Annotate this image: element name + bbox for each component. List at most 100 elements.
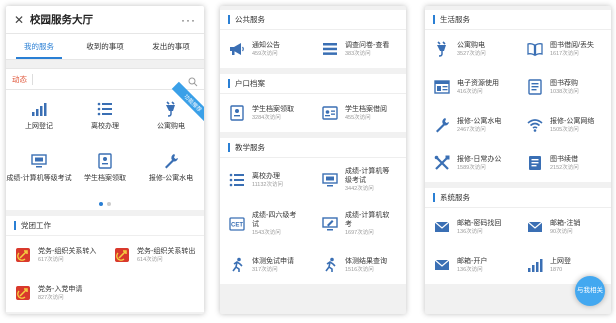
service-item-archive-borrow[interactable]: 学生档案借阅 455次访问 [313, 94, 406, 132]
party-icon [113, 246, 131, 264]
item-name: 邮箱-密码找回 [457, 219, 502, 227]
service-item-computer-exam[interactable]: 成绩-计算机等级考试 3442次访问 [313, 158, 406, 202]
party-item-apply[interactable]: 党务-入党申请 827次访问 [6, 274, 105, 312]
service-item-book-borrow-lost[interactable]: 图书借阅/丢失 1617次访问 [518, 30, 611, 68]
service-item-mail-password-recover[interactable]: 邮箱-密码找回 136次访问 [425, 208, 518, 246]
list-icon [228, 171, 246, 189]
quick-item-label: 离校办理 [91, 123, 119, 130]
service-item-network-repair[interactable]: 报修-公寓网络 1505次访问 [518, 106, 611, 144]
item-visit-count: 1516次访问 [345, 266, 374, 273]
item-name: 图书荐购 [550, 79, 578, 87]
item-visit-count: 1697次访问 [345, 230, 374, 236]
service-item-survey[interactable]: 调查问卷-查看 383次访问 [313, 30, 406, 68]
quick-item-leave-school[interactable]: 离校办理 [72, 94, 138, 146]
service-item-software-exam[interactable]: 成绩-计算机软考 1697次访问 [313, 202, 406, 246]
service-item-e-resources[interactable]: 电子资源使用 416次访问 [425, 68, 518, 106]
item-visit-count: 3442次访问 [345, 186, 374, 192]
quick-item-computer-exam[interactable]: 成绩-计算机等级考试 [6, 146, 72, 198]
party-item-transfer-in[interactable]: 党务-组织关系转入 617次访问 [6, 236, 105, 274]
search-input[interactable] [33, 69, 188, 89]
quick-item-label: 成绩-计算机等级考试 [6, 175, 72, 182]
section-title: 党团工作 [6, 216, 204, 236]
tab-received-items[interactable]: 收到的事项 [72, 34, 138, 59]
page-dot-active[interactable] [99, 202, 103, 206]
quick-item-network-register[interactable]: 上网登记 [6, 94, 72, 146]
tab-sent-items[interactable]: 发出的事项 [138, 34, 204, 59]
service-item-archive-collect[interactable]: 学生档案领取 3284次访问 [220, 94, 313, 132]
item-visit-count: 1870 [550, 266, 563, 273]
item-visit-count: 1505次访问 [550, 126, 579, 133]
service-item-pe-exempt[interactable]: 体测免试申请 317次访问 [220, 246, 313, 284]
cet-icon: CET [228, 215, 246, 233]
teaching-service-section: 教学服务 离校办理 11132次访问 成绩-计算机等级考试 3442次访问 CET … [220, 138, 406, 284]
service-hall-home-screen: ✕ 校园服务大厅 ··· 我的服务 收到的事项 发出的事项 动态 功能推荐 上网… [6, 6, 204, 314]
service-item-book-recommend[interactable]: 图书荐购 1038次访问 [518, 68, 611, 106]
page-dot[interactable] [107, 202, 111, 206]
quick-service-grid: 功能推荐 上网登记 离校办理 公寓购电 成绩-计算机等级考试 学生档案领取 报修… [6, 81, 204, 198]
service-item-cet-exam[interactable]: CET 成绩-四六级考试 1543次访问 [220, 202, 313, 246]
item-name: 报修-日常办公 [457, 155, 502, 163]
tab-my-services[interactable]: 我的服务 [6, 34, 72, 59]
item-name: 图书续借 [550, 155, 578, 163]
svg-text:CET: CET [231, 223, 243, 229]
runner-icon [321, 256, 339, 274]
household-archive-section: 户口档案 学生档案领取 3284次访问 学生档案借阅 455次访问 [220, 74, 406, 132]
plug-icon [162, 100, 180, 118]
quick-item-label: 报修-公寓水电 [148, 175, 194, 182]
item-visit-count: 2467次访问 [457, 126, 486, 133]
id-card-icon [96, 152, 114, 170]
item-name: 学生档案借阅 [345, 105, 387, 113]
service-item-dorm-repair[interactable]: 报修-公寓水电 2467次访问 [425, 106, 518, 144]
item-name: 上网登 [550, 257, 571, 265]
service-item-leave-school[interactable]: 离校办理 11132次访问 [220, 158, 313, 202]
item-name: 学生档案领取 [252, 105, 294, 113]
item-name: 党务-组织关系转入 [38, 247, 97, 255]
book-icon [526, 40, 544, 58]
quick-item-label: 上网登记 [25, 123, 53, 130]
search-icon[interactable] [188, 74, 198, 87]
page-indicator [6, 198, 204, 210]
close-icon[interactable]: ✕ [14, 13, 28, 27]
item-visit-count: 383次访问 [345, 50, 371, 57]
quick-item-archive-collect[interactable]: 学生档案领取 [72, 146, 138, 198]
party-section: 党团工作 党务-组织关系转入 617次访问 党务-组织关系转出 614次访问 党务-… [6, 216, 204, 312]
section-title: 教学服务 [220, 138, 406, 158]
life-service-section: 生活服务 公寓购电 3527次访问 图书借阅/丢失 1617次访问 电子资源使用 41… [425, 10, 611, 182]
item-visit-count: 827次访问 [38, 294, 64, 301]
item-name: 成绩-计算机等级考试 [345, 168, 390, 184]
item-visit-count: 455次访问 [345, 114, 371, 121]
item-visit-count: 3527次访问 [457, 50, 486, 57]
service-item-mail-open[interactable]: 邮箱-开户 136次访问 [425, 246, 518, 284]
wrench-icon [433, 116, 451, 134]
service-item-notice[interactable]: 通知公告 459次访问 [220, 30, 313, 68]
item-visit-count: 2152次访问 [550, 164, 579, 171]
monitor-icon [321, 171, 339, 189]
wrench-icon [162, 152, 180, 170]
bar-signal-icon [30, 100, 48, 118]
related-to-me-button[interactable]: 与我相关 [575, 276, 605, 306]
wifi-icon [526, 116, 544, 134]
more-menu-icon[interactable]: ··· [181, 13, 196, 27]
item-name: 公寓购电 [457, 41, 485, 49]
item-visit-count: 90次访问 [550, 228, 573, 235]
item-name: 成绩-四六级考试 [252, 212, 297, 228]
profile-card-icon [321, 104, 339, 122]
runner-icon [228, 256, 246, 274]
life-system-services-screen: 生活服务 公寓购电 3527次访问 图书借阅/丢失 1617次访问 电子资源使用 41… [425, 6, 611, 314]
service-categories-screen: 公共服务 通知公告 459次访问 调查问卷-查看 383次访问 户口档案 学生档案领… [220, 6, 406, 314]
mail-icon [433, 256, 451, 274]
item-visit-count: 136次访问 [457, 266, 483, 273]
item-name: 党务-入党申请 [38, 285, 83, 293]
party-item-transfer-out[interactable]: 党务-组织关系转出 614次访问 [105, 236, 204, 274]
service-item-pe-result[interactable]: 体测结果查询 1516次访问 [313, 246, 406, 284]
id-card-icon [228, 104, 246, 122]
service-item-mail-cancel[interactable]: 邮箱-注销 90次访问 [518, 208, 611, 246]
app-header: ✕ 校园服务大厅 ··· [6, 6, 204, 34]
service-item-dorm-electricity[interactable]: 公寓购电 3527次访问 [425, 30, 518, 68]
mail-icon [526, 218, 544, 236]
service-item-office-repair[interactable]: 报修-日常办公 1589次访问 [425, 144, 518, 182]
section-title: 户口档案 [220, 74, 406, 94]
quick-item-dorm-repair[interactable]: 报修-公寓水电 [138, 146, 204, 198]
service-item-book-renew[interactable]: 图书续借 2152次访问 [518, 144, 611, 182]
item-name: 体测结果查询 [345, 257, 387, 265]
